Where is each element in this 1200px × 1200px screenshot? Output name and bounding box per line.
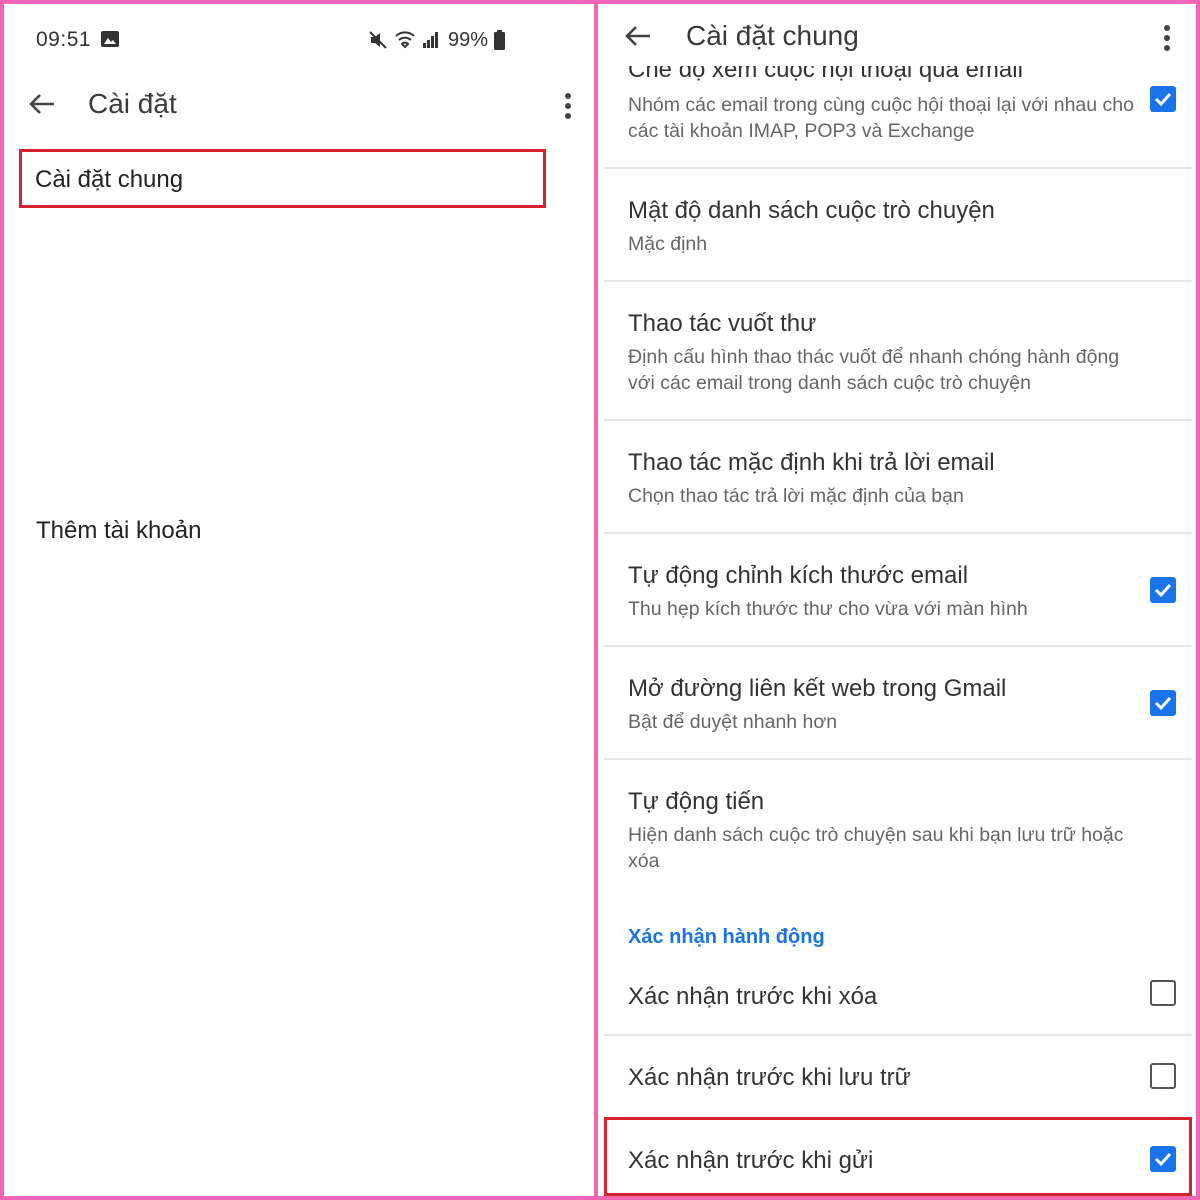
setting-row-auto-fit[interactable]: Tự động chỉnh kích thước email Thu hẹp k… [604, 534, 1192, 644]
highlight-box-confirm-send [604, 1117, 1192, 1196]
setting-row-auto-advance[interactable]: Tự động tiến Hiện danh sách cuộc trò chu… [604, 760, 1192, 890]
checkbox-open-links[interactable] [1150, 690, 1176, 716]
status-time: 09:51 [36, 28, 92, 51]
setting-row-confirm-archive[interactable]: Xác nhận trước khi lưu trữ [604, 1036, 1192, 1116]
setting-row-default-reply[interactable]: Thao tác mặc định khi trả lời email Chọn… [604, 421, 1192, 531]
setting-title: Tự động chỉnh kích thước email [628, 562, 969, 589]
page-title: Cài đặt chung [686, 20, 859, 51]
checkbox-confirm-delete[interactable] [1150, 980, 1176, 1006]
mute-icon [369, 31, 387, 49]
back-arrow-icon[interactable] [24, 86, 60, 122]
setting-row-conversation-view[interactable]: Chế độ xem cuộc hội thoại qua email Nhóm… [604, 54, 1192, 166]
back-arrow-icon[interactable] [620, 18, 656, 54]
setting-row-open-links[interactable]: Mở đường liên kết web trong Gmail Bật để… [604, 647, 1192, 757]
checkbox-conversation-view[interactable] [1150, 86, 1176, 112]
battery-percent: 99% [448, 28, 489, 51]
status-bar: 09:51 99% [4, 4, 594, 80]
setting-row-confirm-delete[interactable]: Xác nhận trước khi xóa [604, 964, 1192, 1034]
setting-subtitle: Thu hẹp kích thước thư cho vừa với màn h… [628, 598, 1028, 620]
checkmark-icon [1154, 92, 1172, 107]
setting-title: Thao tác vuốt thư [628, 310, 817, 337]
setting-row-swipe-actions[interactable]: Thao tác vuốt thư Định cấu hình thao thá… [604, 282, 1192, 418]
setting-title: Thao tác mặc định khi trả lời email [628, 449, 995, 476]
settings-pane: 09:51 99% Cài đặt Cài đặt chung Thêm tài… [4, 4, 594, 1196]
checkbox-confirm-archive[interactable] [1150, 1063, 1176, 1089]
general-settings-pane: Cài đặt chung Chế độ xem cuộc hội thoại … [598, 4, 1192, 1196]
more-vert-icon[interactable] [1161, 20, 1173, 56]
battery-icon [494, 30, 506, 50]
setting-subtitle: Mặc định [628, 233, 708, 255]
setting-title: Chế độ xem cuộc hội thoại qua email [628, 56, 1023, 83]
setting-subtitle: Định cấu hình thao thác vuốt để nhanh ch… [628, 346, 1120, 394]
page-title: Cài đặt [88, 88, 177, 119]
setting-title: Mở đường liên kết web trong Gmail [628, 675, 1007, 702]
section-header-confirm-actions: Xác nhận hành động [628, 926, 825, 948]
setting-row-list-density[interactable]: Mật độ danh sách cuộc trò chuyện Mặc địn… [604, 169, 1192, 279]
wifi-icon [395, 31, 415, 49]
signal-icon [423, 32, 438, 48]
menu-item-add-account[interactable]: Thêm tài khoản [36, 517, 201, 545]
settings-toolbar: Cài đặt [4, 70, 594, 140]
setting-title: Xác nhận trước khi xóa [628, 983, 878, 1010]
setting-title: Mật độ danh sách cuộc trò chuyện [628, 197, 995, 224]
setting-subtitle: Nhóm các email trong cùng cuộc hội thoại… [628, 94, 1134, 142]
setting-title: Xác nhận trước khi lưu trữ [628, 1064, 911, 1091]
setting-subtitle: Chọn thao tác trả lời mặc định của bạn [628, 485, 964, 507]
setting-subtitle: Hiện danh sách cuộc trò chuyện sau khi b… [628, 824, 1124, 872]
more-vert-icon[interactable] [562, 88, 574, 124]
highlight-box-general-settings [19, 149, 546, 208]
status-icons: 99% [368, 28, 506, 52]
gallery-notification-icon [101, 31, 119, 47]
checkmark-icon [1154, 583, 1172, 598]
setting-subtitle: Bật để duyệt nhanh hơn [628, 711, 838, 733]
checkmark-icon [1154, 696, 1172, 711]
checkbox-auto-fit[interactable] [1150, 577, 1176, 603]
setting-title: Tự động tiến [628, 788, 765, 815]
